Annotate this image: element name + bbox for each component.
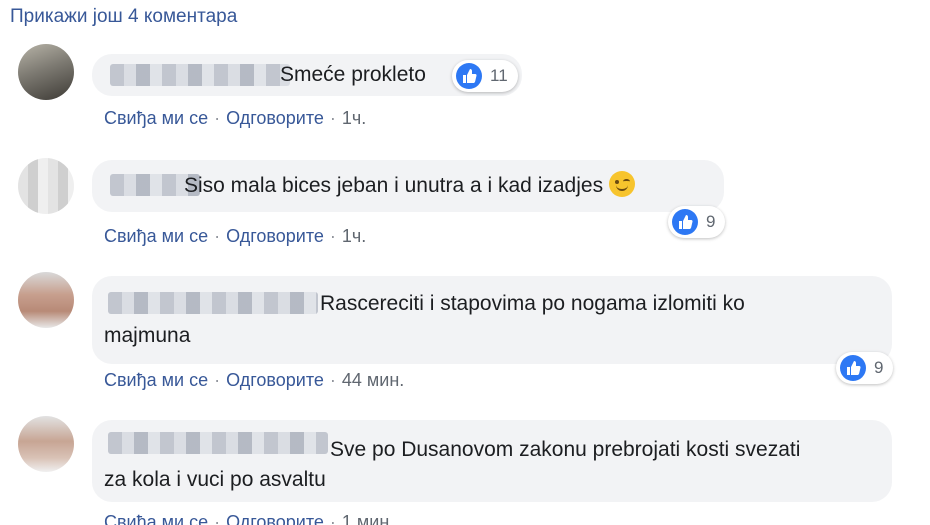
reply-button[interactable]: Одговорите [226, 108, 324, 128]
commenter-name-blurred[interactable] [110, 64, 290, 86]
comment-text: Siso mala bices jeban i unutra a i kad i… [184, 170, 636, 202]
comment-bubble: Rascereciti i stapovima po nogama izlomi… [92, 276, 892, 364]
like-count: 9 [874, 358, 884, 377]
reply-button[interactable]: Одговорите [226, 370, 324, 390]
avatar[interactable] [18, 416, 74, 472]
reaction-count[interactable]: 11 [452, 60, 518, 92]
like-button[interactable]: Свиђа ми се [104, 370, 208, 390]
reaction-count[interactable]: 9 [668, 206, 726, 238]
comment-actions: Свиђа ми се · Одговорите · 44 мин. [104, 370, 405, 390]
thumbs-up-icon [840, 355, 866, 381]
like-count: 9 [706, 212, 716, 231]
wink-emoji [609, 171, 636, 197]
thumbs-up-icon [672, 209, 698, 235]
comment-bubble: Sve po Dusanovom zakonu prebrojati kosti… [92, 420, 892, 502]
show-more-comments-link[interactable]: Прикажи још 4 коментара [10, 6, 237, 28]
commenter-name-blurred[interactable] [108, 292, 318, 314]
reply-button[interactable]: Одговорите [226, 226, 324, 246]
comment-actions: Свиђа ми се · Одговорите · 1ч. [104, 108, 367, 128]
timestamp[interactable]: 44 мин. [342, 370, 404, 390]
timestamp[interactable]: 1ч. [342, 226, 366, 246]
thumbs-up-icon [456, 63, 482, 89]
avatar[interactable] [18, 272, 74, 328]
like-button[interactable]: Свиђа ми се [104, 108, 208, 128]
comment-actions: Свиђа ми се · Одговорите · 1 мин. [104, 512, 394, 525]
avatar[interactable] [18, 158, 74, 214]
like-button[interactable]: Свиђа ми се [104, 512, 208, 525]
comment-text-line-1: Sve po Dusanovom zakonu prebrojati kosti… [330, 438, 801, 461]
comment-actions: Свиђа ми се · Одговорите · 1ч. [104, 226, 367, 246]
commenter-name-blurred[interactable] [108, 432, 328, 454]
reaction-count[interactable]: 9 [836, 352, 894, 384]
avatar[interactable] [18, 44, 74, 100]
comment-text-line-1: Rascereciti i stapovima po nogama izlomi… [320, 292, 745, 315]
comment-text: Smeće prokleto [280, 63, 426, 86]
timestamp[interactable]: 1 мин. [342, 512, 394, 525]
timestamp[interactable]: 1ч. [342, 108, 366, 128]
comment-text-line-2: za kola i vuci po asvaltu [104, 468, 326, 491]
reply-button[interactable]: Одговорите [226, 512, 324, 525]
comment-bubble: Siso mala bices jeban i unutra a i kad i… [92, 160, 724, 212]
like-count: 11 [490, 66, 508, 85]
comment-text-line-2: majmuna [104, 324, 191, 347]
like-button[interactable]: Свиђа ми се [104, 226, 208, 246]
